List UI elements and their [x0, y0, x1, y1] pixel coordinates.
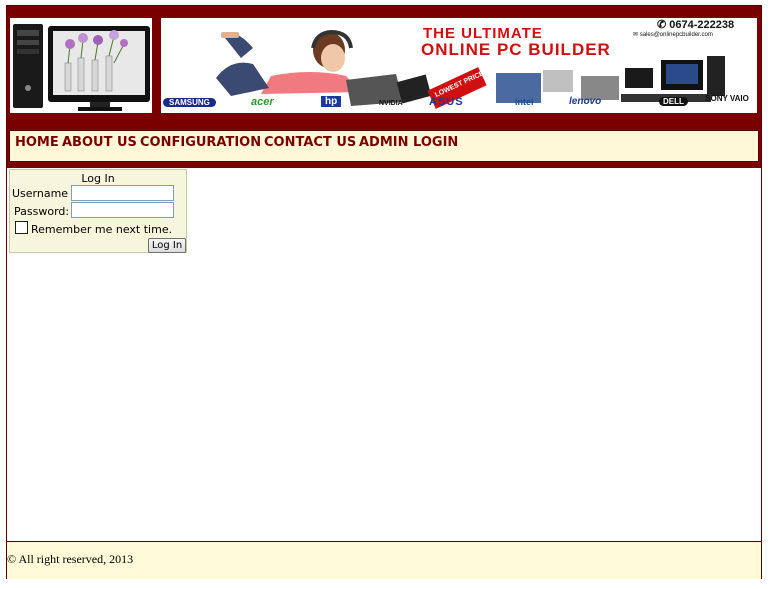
logo-image — [10, 18, 152, 113]
nav-contact-us[interactable]: CONTACT US — [264, 135, 356, 150]
copyright-text: © All right reserved, 2013 — [7, 552, 134, 566]
brand-samsung: SAMSUNG — [163, 98, 216, 107]
banner-headline-2: ONLINE PC BUILDER — [421, 40, 611, 59]
phone-icon: ✆ — [657, 19, 667, 31]
username-label: Username — [12, 187, 69, 200]
nav-home[interactable]: HOME — [15, 135, 59, 150]
password-input[interactable] — [71, 202, 174, 218]
nav-admin-login[interactable]: ADMIN LOGIN — [359, 135, 458, 150]
brand-asus: ASUS — [429, 96, 464, 108]
brand-sony-vaio: SONY VAIO — [705, 94, 749, 103]
page-container: THE ULTIMATE ONLINE PC BUILDER ✆ 0674-22… — [6, 5, 762, 579]
brand-nvidia: NVIDIA — [379, 100, 403, 107]
banner-phone: ✆ 0674-222238 — [657, 18, 734, 31]
nav-about-us[interactable]: ABOUT US — [62, 135, 137, 150]
brand-acer: acer — [251, 96, 274, 108]
brand-dell: DELL — [659, 97, 688, 106]
login-button[interactable]: Log In — [148, 238, 186, 253]
mail-icon: ✉ — [633, 32, 639, 38]
main-nav: HOME ABOUT US CONFIGURATION CONTACT US A… — [9, 130, 759, 162]
banner-image: THE ULTIMATE ONLINE PC BUILDER ✆ 0674-22… — [161, 18, 757, 113]
nav-configuration[interactable]: CONFIGURATION — [140, 135, 261, 150]
footer: © All right reserved, 2013 — [7, 541, 761, 579]
email-address: sales@onlinepcbuilder.com — [639, 32, 713, 38]
phone-number: 0674-222238 — [669, 19, 735, 31]
login-title: Log In — [81, 172, 115, 185]
brand-lenovo: lenovo — [569, 96, 602, 107]
remember-me-label: Remember me next time. — [31, 223, 173, 236]
brand-intel: intel — [515, 97, 534, 107]
password-label: Password: — [14, 205, 70, 218]
header: THE ULTIMATE ONLINE PC BUILDER ✆ 0674-22… — [7, 6, 761, 168]
login-panel: Log In Username Password: Remember me ne… — [9, 169, 187, 253]
username-input[interactable] — [71, 185, 174, 201]
brand-hp: hp — [321, 96, 342, 107]
remember-me-checkbox[interactable] — [15, 221, 28, 234]
banner-email: ✉ sales@onlinepcbuilder.com — [633, 31, 713, 38]
